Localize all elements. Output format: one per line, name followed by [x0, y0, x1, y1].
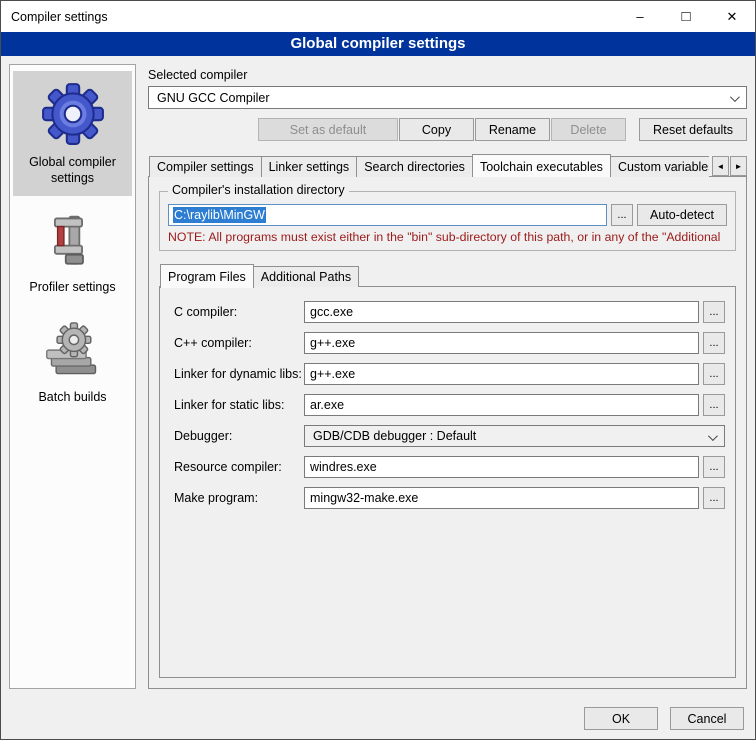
tabs-scroll-area: Compiler settings Linker settings Search… — [149, 154, 709, 177]
tab-scroll-right-button[interactable]: ► — [730, 156, 747, 176]
reset-defaults-button[interactable]: Reset defaults — [639, 118, 747, 141]
tab-additional-paths[interactable]: Additional Paths — [253, 266, 359, 287]
tab-program-files[interactable]: Program Files — [160, 264, 254, 288]
make-program-row: Make program: ... — [174, 487, 725, 509]
sidebar-item-label: Batch builds — [15, 390, 130, 406]
maximize-button[interactable]: □ — [663, 1, 709, 32]
tab-toolchain-executables[interactable]: Toolchain executables — [472, 154, 611, 177]
settings-sidebar: Global compiler settings Profiler settin… — [9, 64, 136, 689]
installation-directory-row: C:\raylib\MinGW ... Auto-detect — [168, 204, 727, 226]
rename-button[interactable]: Rename — [475, 118, 550, 141]
titlebar: Compiler settings – □ ✕ — [1, 1, 755, 32]
compiler-actions: Set as default Copy Rename Delete Reset … — [148, 118, 747, 141]
installation-directory-group: Compiler's installation directory C:\ray… — [159, 191, 736, 251]
resource-compiler-input[interactable] — [304, 456, 699, 478]
sidebar-item-label: Global compiler settings — [15, 155, 130, 186]
program-files-panel: C compiler: ... C++ compiler: ... — [159, 286, 736, 678]
set-as-default-button[interactable]: Set as default — [258, 118, 398, 141]
cpp-compiler-row: C++ compiler: ... — [174, 332, 725, 354]
auto-detect-button[interactable]: Auto-detect — [637, 204, 727, 226]
sidebar-item-label: Profiler settings — [15, 280, 130, 296]
debugger-row: Debugger: GDB/CDB debugger : Default — [174, 425, 725, 447]
tab-custom-variables[interactable]: Custom variables — [610, 156, 709, 177]
tab-scroll-arrows: ◄ ► — [712, 156, 747, 176]
c-compiler-input[interactable] — [304, 301, 699, 323]
make-program-input[interactable] — [304, 487, 699, 509]
cpp-compiler-input[interactable] — [304, 332, 699, 354]
close-button[interactable]: ✕ — [709, 1, 755, 32]
install-dir-input[interactable]: C:\raylib\MinGW — [168, 204, 607, 226]
window-title: Compiler settings — [1, 10, 617, 24]
dialog-footer: OK Cancel — [584, 707, 744, 730]
compiler-settings-tabs: Compiler settings Linker settings Search… — [148, 153, 747, 177]
blue-gear-icon — [15, 79, 130, 149]
program-tabs: Program Files Additional Paths — [159, 263, 736, 287]
delete-button[interactable]: Delete — [551, 118, 626, 141]
cancel-button[interactable]: Cancel — [670, 707, 744, 730]
cpp-compiler-label: C++ compiler: — [174, 336, 304, 350]
dynamic-linker-input[interactable] — [304, 363, 699, 385]
cpp-compiler-browse-button[interactable]: ... — [703, 332, 725, 354]
selected-compiler-label: Selected compiler — [148, 68, 747, 82]
dialog-body: Global compiler settings Profiler settin… — [1, 56, 755, 697]
make-program-label: Make program: — [174, 491, 304, 505]
compiler-settings-dialog: Compiler settings – □ ✕ Global compiler … — [0, 0, 756, 740]
resource-compiler-browse-button[interactable]: ... — [703, 456, 725, 478]
sidebar-item-batch-builds[interactable]: Batch builds — [13, 312, 132, 416]
ok-button[interactable]: OK — [584, 707, 658, 730]
tab-linker-settings[interactable]: Linker settings — [261, 156, 358, 177]
dynamic-linker-browse-button[interactable]: ... — [703, 363, 725, 385]
debugger-label: Debugger: — [174, 429, 304, 443]
make-program-browse-button[interactable]: ... — [703, 487, 725, 509]
profiler-tool-icon — [15, 210, 130, 274]
static-linker-label: Linker for static libs: — [174, 398, 304, 412]
dynamic-linker-row: Linker for dynamic libs: ... — [174, 363, 725, 385]
copy-button[interactable]: Copy — [399, 118, 474, 141]
static-linker-browse-button[interactable]: ... — [703, 394, 725, 416]
install-dir-value: C:\raylib\MinGW — [173, 207, 266, 223]
resource-compiler-row: Resource compiler: ... — [174, 456, 725, 478]
static-linker-input[interactable] — [304, 394, 699, 416]
tab-compiler-settings[interactable]: Compiler settings — [149, 156, 262, 177]
install-dir-browse-button[interactable]: ... — [611, 204, 633, 226]
gray-gear-stack-icon — [15, 320, 130, 384]
bin-subdirectory-note: NOTE: All programs must exist either in … — [168, 230, 727, 244]
main-panel: Selected compiler GNU GCC Compiler Set a… — [148, 64, 747, 689]
chevron-down-icon — [730, 92, 740, 102]
minimize-button[interactable]: – — [617, 1, 663, 32]
toolchain-executables-page: Compiler's installation directory C:\ray… — [148, 176, 747, 689]
selected-compiler-dropdown[interactable]: GNU GCC Compiler — [148, 86, 747, 109]
dialog-header-title: Global compiler settings — [1, 32, 755, 56]
c-compiler-row: C compiler: ... — [174, 301, 725, 323]
c-compiler-label: C compiler: — [174, 305, 304, 319]
debugger-dropdown[interactable]: GDB/CDB debugger : Default — [304, 425, 725, 447]
sidebar-item-profiler-settings[interactable]: Profiler settings — [13, 202, 132, 306]
static-linker-row: Linker for static libs: ... — [174, 394, 725, 416]
debugger-value: GDB/CDB debugger : Default — [313, 429, 476, 443]
selected-compiler-value: GNU GCC Compiler — [157, 91, 270, 105]
c-compiler-browse-button[interactable]: ... — [703, 301, 725, 323]
dynamic-linker-label: Linker for dynamic libs: — [174, 367, 304, 381]
installation-directory-group-title: Compiler's installation directory — [168, 183, 349, 197]
tab-scroll-left-button[interactable]: ◄ — [712, 156, 729, 176]
chevron-down-icon — [708, 431, 718, 441]
tab-search-directories[interactable]: Search directories — [356, 156, 473, 177]
resource-compiler-label: Resource compiler: — [174, 460, 304, 474]
sidebar-item-global-compiler-settings[interactable]: Global compiler settings — [13, 71, 132, 196]
